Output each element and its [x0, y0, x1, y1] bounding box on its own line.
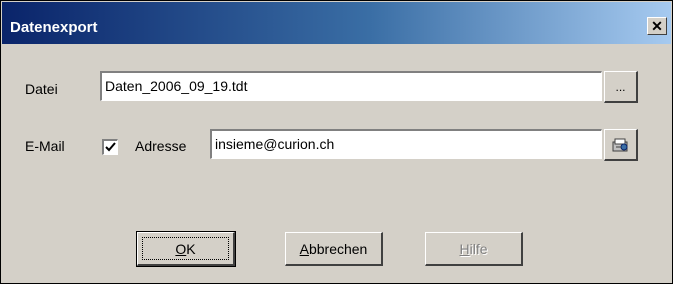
- close-icon: ✕: [651, 18, 663, 34]
- ok-label: OK: [175, 240, 196, 257]
- help-button[interactable]: Hilfe: [425, 232, 523, 266]
- file-path-input[interactable]: Daten_2006_09_19.tdt: [100, 71, 602, 101]
- address-label: Adresse: [135, 138, 187, 154]
- email-checkbox[interactable]: [102, 139, 118, 155]
- file-label: Datei: [25, 81, 58, 97]
- email-address-input[interactable]: insieme@curion.ch: [210, 129, 602, 159]
- email-address-value: insieme@curion.ch: [215, 136, 335, 152]
- file-path-value: Daten_2006_09_19.tdt: [105, 78, 248, 94]
- close-button[interactable]: ✕: [647, 17, 667, 35]
- ellipsis-icon: ...: [615, 79, 626, 94]
- email-label: E-Mail: [25, 138, 65, 154]
- address-book-button[interactable]: [604, 129, 638, 161]
- cancel-label: Abbrechen: [299, 240, 368, 257]
- cancel-button[interactable]: Abbrechen: [285, 232, 383, 266]
- browse-button[interactable]: ...: [604, 71, 638, 103]
- window-title: Datenexport: [10, 19, 98, 36]
- checkmark-icon: [105, 142, 116, 152]
- datenexport-dialog: Datenexport ✕ Datei Daten_2006_09_19.tdt…: [0, 0, 673, 284]
- title-bar: Datenexport ✕: [2, 2, 671, 44]
- help-label: Hilfe: [459, 240, 488, 257]
- address-book-icon: [612, 138, 627, 151]
- ok-button[interactable]: OK: [136, 231, 236, 267]
